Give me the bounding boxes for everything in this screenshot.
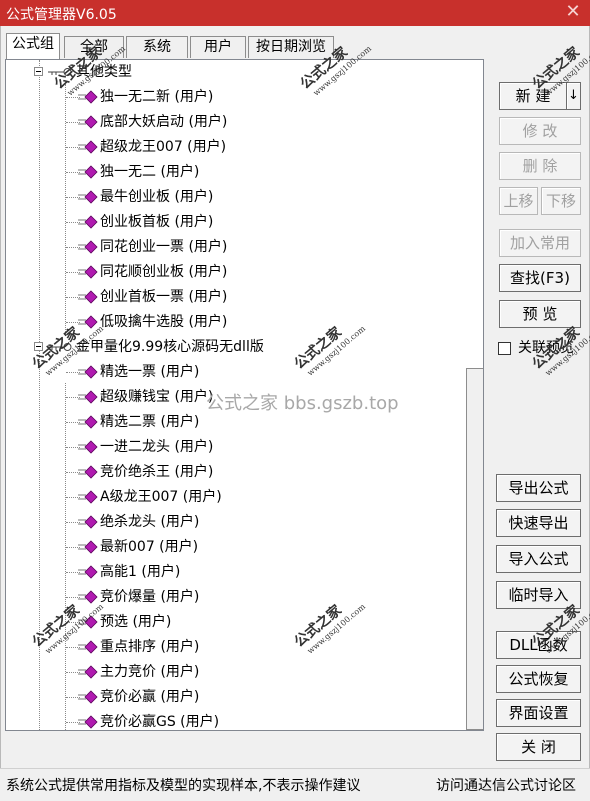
formula-diamond-icon xyxy=(78,690,98,704)
status-disclaimer: 系统公式提供常用指标及模型的实现样本,不表示操作建议 xyxy=(6,778,361,794)
tab-formula-group[interactable]: 公式组 xyxy=(6,33,60,59)
formula-diamond-icon xyxy=(78,615,98,629)
tree-item-label: 最牛创业板 (用户) xyxy=(100,189,214,205)
forum-link[interactable]: 访问通达信公式讨论区 xyxy=(436,775,576,795)
move-down-button[interactable]: 下移 xyxy=(541,187,581,215)
delete-button[interactable]: 删 除 xyxy=(499,152,581,180)
find-button[interactable]: 查找(F3) xyxy=(499,264,581,292)
preview-button[interactable]: 预 览 xyxy=(499,300,581,328)
window-title: 公式管理器V6.05 xyxy=(6,7,117,23)
formula-diamond-icon xyxy=(78,165,98,179)
close-icon[interactable]: ✕ xyxy=(564,2,582,22)
quick-export-button[interactable]: 快速导出 xyxy=(496,509,581,537)
key-icon xyxy=(48,343,72,351)
formula-diamond-icon xyxy=(78,665,98,679)
tab-all[interactable]: 全部 xyxy=(64,36,124,58)
tree-branch-line xyxy=(65,383,66,730)
tree-item-label: 独一无二 (用户) xyxy=(100,164,200,180)
new-dropdown-arrow-icon[interactable]: ↓ xyxy=(567,82,581,110)
formula-diamond-icon xyxy=(78,265,98,279)
dll-function-button[interactable]: DLL函数 xyxy=(496,631,581,659)
tree-item-label: 低吸擒牛选股 (用户) xyxy=(100,314,228,330)
tree-item-label: 一进二龙头 (用户) xyxy=(100,439,214,455)
tree-item-label: 独一无二新 (用户) xyxy=(100,89,214,105)
tab-user[interactable]: 用户 xyxy=(190,36,246,58)
ui-settings-button[interactable]: 界面设置 xyxy=(496,699,581,727)
tree-item-label: 底部大妖启动 (用户) xyxy=(100,114,228,130)
collapse-icon[interactable] xyxy=(34,67,43,76)
tree-item-label: 超级赚钱宝 (用户) xyxy=(100,389,214,405)
tree-item-label: 超级龙王007 (用户) xyxy=(100,139,227,155)
tree-item-label: 竞价爆量 (用户) xyxy=(100,589,200,605)
formula-diamond-icon xyxy=(78,440,98,454)
formula-diamond-icon xyxy=(78,240,98,254)
key-icon xyxy=(48,68,72,76)
formula-diamond-icon xyxy=(78,415,98,429)
tree-item-label: 高能1 (用户) xyxy=(100,564,181,580)
formula-diamond-icon xyxy=(78,465,98,479)
tree-item-label: 竞价必赢 (用户) xyxy=(100,689,200,705)
formula-diamond-icon xyxy=(78,115,98,129)
formula-diamond-icon xyxy=(78,140,98,154)
formula-diamond-icon xyxy=(78,365,98,379)
collapse-icon[interactable] xyxy=(34,342,43,351)
tree-root-line xyxy=(39,60,40,730)
tree-item-label: 竞价绝杀王 (用户) xyxy=(100,464,214,480)
linked-preview-label: 关联预览 xyxy=(518,340,574,356)
new-button[interactable]: 新 建 xyxy=(499,82,567,110)
formula-tree[interactable]: 其他类型独一无二新 (用户) 底部大妖启动 (用户) 超级龙王007 (用户) 独一无… xyxy=(5,59,484,731)
formula-diamond-icon xyxy=(78,715,98,729)
tree-item-label: 绝杀龙头 (用户) xyxy=(100,514,200,530)
move-up-button[interactable]: 上移 xyxy=(499,187,538,215)
formula-diamond-icon xyxy=(78,190,98,204)
formula-diamond-icon xyxy=(78,590,98,604)
tree-item-label: 最新007 (用户) xyxy=(100,539,199,555)
close-button[interactable]: 关 闭 xyxy=(496,733,581,761)
tree-item-label: 精选二票 (用户) xyxy=(100,414,200,430)
title-bar: 公式管理器V6.05 ✕ xyxy=(0,0,590,26)
formula-diamond-icon xyxy=(78,490,98,504)
tree-item-label: 竞价必赢GS (用户) xyxy=(100,714,220,730)
tab-by-date[interactable]: 按日期浏览 xyxy=(248,36,334,58)
tree-item-label: 主力竞价 (用户) xyxy=(100,664,200,680)
status-bar: 系统公式提供常用指标及模型的实现样本,不表示操作建议 访问通达信公式讨论区 xyxy=(0,768,590,801)
formula-diamond-icon xyxy=(78,540,98,554)
tree-item-label: 创业板首板 (用户) xyxy=(100,214,214,230)
add-common-button[interactable]: 加入常用 xyxy=(499,229,581,257)
tree-group-label: 其他类型 xyxy=(76,64,132,80)
tree-scrollbar[interactable] xyxy=(466,368,483,730)
formula-diamond-icon xyxy=(78,315,98,329)
formula-diamond-icon xyxy=(78,565,98,579)
tree-item-label: 重点排序 (用户) xyxy=(100,639,200,655)
formula-restore-button[interactable]: 公式恢复 xyxy=(496,665,581,693)
formula-diamond-icon xyxy=(78,215,98,229)
formula-diamond-icon xyxy=(78,515,98,529)
temp-import-button[interactable]: 临时导入 xyxy=(496,581,581,609)
formula-diamond-icon xyxy=(78,90,98,104)
tab-system[interactable]: 系统 xyxy=(126,36,188,58)
formula-diamond-icon xyxy=(78,390,98,404)
tree-item-label: 创业首板一票 (用户) xyxy=(100,289,228,305)
import-formula-button[interactable]: 导入公式 xyxy=(496,545,581,573)
linked-preview-checkbox[interactable] xyxy=(498,342,511,355)
export-formula-button[interactable]: 导出公式 xyxy=(496,474,581,502)
tree-item-label: 精选一票 (用户) xyxy=(100,364,200,380)
edit-button[interactable]: 修 改 xyxy=(499,117,581,145)
tree-group-label: 金甲量化9.99核心源码无dll版 xyxy=(76,339,264,355)
tree-item-label: 同花创业一票 (用户) xyxy=(100,239,228,255)
tree-item-label: 预选 (用户) xyxy=(100,614,172,630)
formula-diamond-icon xyxy=(78,640,98,654)
tree-item-label: 同花顺创业板 (用户) xyxy=(100,264,228,280)
tree-item-label: A级龙王007 (用户) xyxy=(100,489,222,505)
formula-diamond-icon xyxy=(78,290,98,304)
